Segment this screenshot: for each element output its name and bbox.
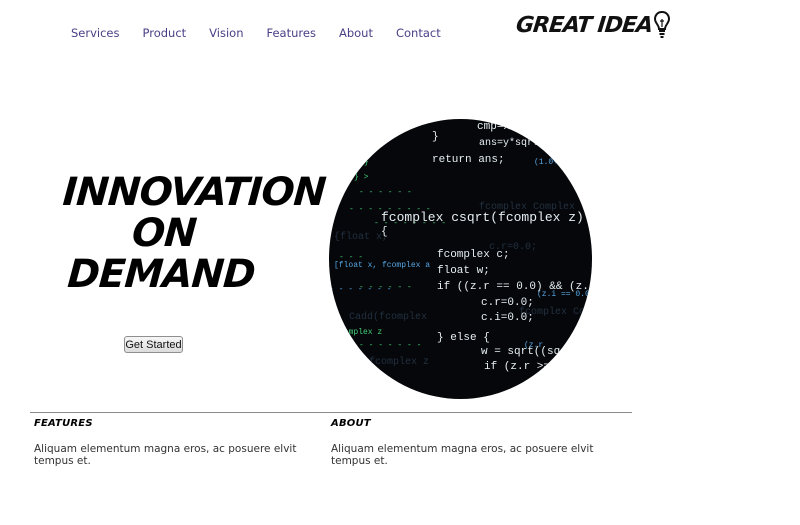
code-line-10: c.r=0.0; — [481, 297, 534, 309]
hero-title-line-1: INNOVATION — [61, 170, 327, 215]
code-line-12: } else { — [437, 332, 490, 344]
code-screen-image: fcomplex Complex c.r=0.0; fcomplex z {fl… — [329, 119, 592, 399]
main-nav: Services Product Vision Features About C… — [71, 25, 464, 41]
hero-title-line-3: DEMAND — [66, 252, 257, 297]
svg-text:} >: } > — [354, 173, 369, 182]
svg-text:(1.0+temp*te: (1.0+temp*te — [534, 158, 592, 167]
about-text: Aliquam elementum magna eros, ac posuere… — [331, 443, 594, 467]
nav-item-features[interactable]: Features — [267, 25, 316, 41]
code-line-6: { — [381, 226, 388, 238]
code-line-13: w = sqrt((sqrt(z.r — [481, 346, 592, 358]
code-line-2: } — [432, 131, 439, 143]
get-started-button[interactable]: Get Started — [124, 336, 183, 353]
logo-text: GREAT IDEA — [514, 12, 654, 38]
code-line-5: fcomplex csqrt(fcomplex z) — [381, 210, 584, 225]
svg-text:- - - - - - -: - - - - - - - — [329, 285, 391, 294]
svg-text:{float x,: {float x, — [334, 231, 388, 243]
code-line-14: if (z.r >= 0.0) — [484, 361, 583, 373]
nav-item-product[interactable]: Product — [143, 25, 187, 41]
section-divider — [30, 412, 632, 413]
lightbulb-icon — [654, 10, 671, 38]
hero-title: INNOVATION ON DEMAND — [56, 170, 327, 297]
nav-item-contact[interactable]: Contact — [396, 25, 441, 41]
code-line-9: if ((z.r == 0.0) && (z.i == 0.0)) { — [437, 281, 592, 293]
code-line-7: fcomplex c; — [437, 249, 510, 261]
features-section: FEATURES Aliquam elementum magna eros, a… — [34, 418, 329, 467]
features-text: Aliquam elementum magna eros, ac posuere… — [34, 443, 297, 467]
code-line-8: float w; — [437, 265, 490, 277]
svg-text:[float x, fcomplex a: [float x, fcomplex a — [334, 261, 430, 270]
svg-text:}: } — [364, 158, 369, 167]
nav-item-about[interactable]: About — [339, 25, 373, 41]
code-line-1: cmp=x/y; — [477, 121, 530, 133]
hero-title-line-2: ON — [130, 211, 198, 256]
code-line-4: return ans; — [432, 154, 505, 166]
nav-item-services[interactable]: Services — [71, 25, 120, 41]
site-logo[interactable]: GREAT IDEA — [514, 10, 671, 40]
code-line-11: c.i=0.0; — [481, 312, 534, 324]
svg-text:- - - - - - -: - - - - - - - — [359, 341, 421, 350]
nav-item-vision[interactable]: Vision — [209, 25, 243, 41]
about-heading: ABOUT — [331, 418, 371, 429]
code-line-3: ans=y*sqrt(1.0+temp*temp — [479, 137, 592, 149]
features-heading: FEATURES — [34, 418, 93, 429]
svg-text:fcomplex z: fcomplex z — [369, 356, 429, 368]
about-section: ABOUT Aliquam elementum magna eros, ac p… — [331, 418, 626, 467]
svg-text:Cadd(fcomplex: Cadd(fcomplex — [349, 311, 427, 323]
svg-text:- - - - - -: - - - - - - — [359, 188, 412, 197]
svg-text:complex z: complex z — [339, 328, 382, 337]
